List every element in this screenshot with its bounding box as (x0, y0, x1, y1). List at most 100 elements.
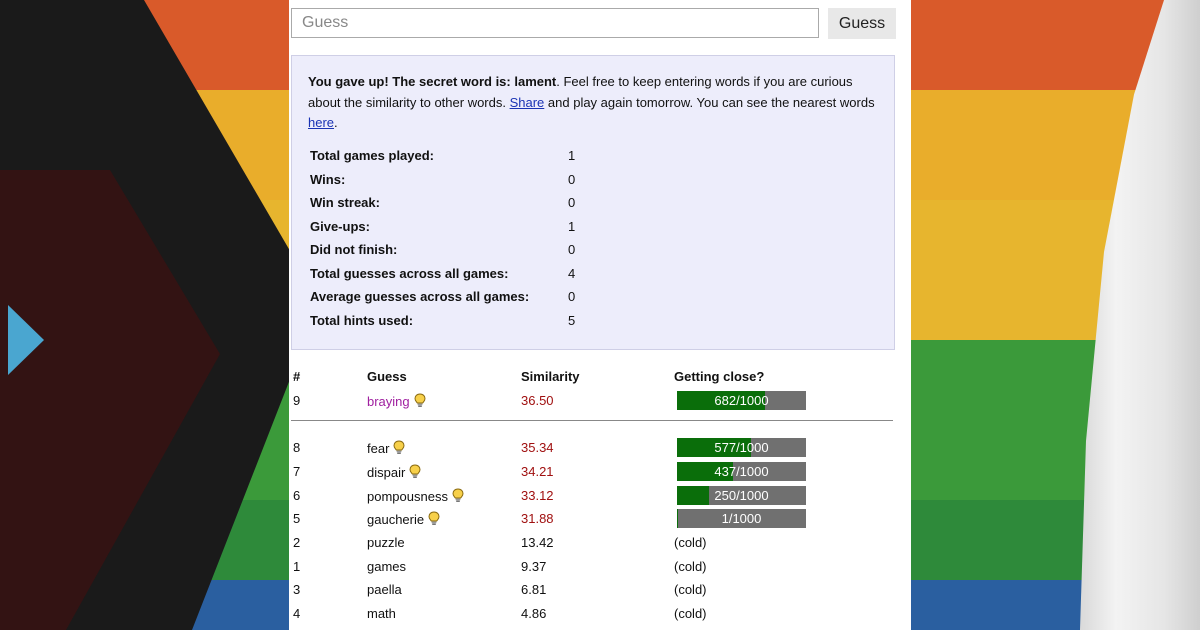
closeness-label: 1/1000 (721, 511, 762, 526)
table-header: # Guess Similarity Getting close? (289, 369, 895, 389)
nearest-words-link[interactable]: here (308, 115, 334, 130)
guess-word: paella (367, 582, 402, 597)
guess-num: 4 (293, 606, 301, 621)
guess-num: 8 (293, 440, 301, 455)
guess-button[interactable]: Guess (828, 8, 896, 39)
stat-row: Total hints used: 5 (310, 313, 600, 337)
stat-label: Total hints used: (310, 312, 414, 328)
table-row: 7 dispair 34.21 437/1000 (289, 462, 895, 484)
table-divider (291, 420, 893, 421)
header-getting-close: Getting close? (674, 369, 765, 384)
result-text-3: . (334, 115, 338, 130)
guess-similarity: 33.12 (521, 488, 554, 503)
stat-row: Total games played: 1 (310, 148, 600, 172)
stat-value: 1 (568, 148, 576, 163)
guess-num: 5 (293, 511, 301, 526)
stat-row: Give-ups: 1 (310, 219, 600, 243)
guess-word: games (367, 559, 406, 574)
table-row: 1 games 9.37 (cold) (289, 559, 895, 579)
stat-value: 0 (568, 289, 576, 304)
stat-value: 1 (568, 218, 576, 234)
guess-word-text: puzzle (367, 535, 405, 550)
closeness-label: 250/1000 (714, 488, 769, 503)
share-link[interactable]: Share (510, 95, 545, 110)
stat-label: Give-ups: (310, 218, 370, 234)
lightbulb-icon (409, 464, 421, 482)
lightbulb-icon (428, 511, 440, 529)
latest-guess-row: 9 braying 36.50 682/1000 (289, 391, 895, 413)
stat-label: Win streak: (310, 195, 380, 210)
stat-row: Total guesses across all games: 4 (310, 266, 600, 290)
guess-word: braying (367, 393, 426, 411)
table-row: 3 paella 6.81 (cold) (289, 582, 895, 602)
stat-row: Average guesses across all games: 0 (310, 289, 600, 313)
guess-num: 1 (293, 559, 301, 574)
guess-similarity: 4.86 (521, 606, 547, 621)
closeness-text: (cold) (674, 559, 707, 574)
stat-label: Average guesses across all games: (310, 289, 530, 304)
closeness-label: 682/1000 (714, 393, 769, 408)
guess-form: Guess (291, 8, 896, 40)
guess-word-text: gaucherie (367, 512, 425, 527)
guess-similarity: 9.37 (521, 559, 547, 574)
result-text-2: and play again tomorrow. You can see the… (544, 94, 875, 110)
closeness-bar: 682/1000 (677, 391, 806, 410)
guess-word: pompousness (367, 488, 464, 506)
guess-num: 9 (293, 393, 301, 408)
closeness-bar: 1/1000 (677, 509, 806, 528)
stat-value: 0 (568, 171, 576, 187)
guess-word-text: math (367, 606, 396, 621)
closeness-label: 437/1000 (714, 464, 769, 479)
closeness-bar: 250/1000 (677, 486, 806, 505)
header-guess: Guess (367, 369, 407, 384)
table-row: 2 puzzle 13.42 (cold) (289, 535, 895, 555)
guess-similarity: 34.21 (521, 464, 554, 479)
guess-num: 7 (293, 464, 301, 479)
closeness-text: (cold) (674, 582, 707, 597)
header-similarity: Similarity (521, 369, 580, 384)
lightbulb-icon (393, 440, 405, 458)
guess-word: puzzle (367, 535, 405, 550)
closeness-text: (cold) (674, 535, 707, 550)
guess-similarity: 13.42 (521, 535, 554, 550)
guess-word-text: pompousness (367, 489, 448, 504)
guess-word-text: dispair (367, 465, 406, 480)
table-row: 8 fear 35.34 577/1000 (289, 438, 895, 460)
game-panel: Guess You gave up! The secret word is: l… (289, 0, 911, 630)
stat-value: 0 (568, 195, 576, 210)
guess-word: dispair (367, 464, 421, 482)
guess-num: 3 (293, 582, 301, 597)
guess-similarity: 35.34 (521, 440, 554, 455)
result-message: You gave up! The secret word is: lament.… (308, 72, 883, 134)
guess-num: 6 (293, 488, 301, 503)
stat-value: 5 (568, 312, 576, 328)
table-row: 6 pompousness 33.12 250/1000 (289, 486, 895, 508)
guess-similarity: 36.50 (521, 393, 554, 408)
stat-label: Did not finish: (310, 242, 398, 257)
guess-similarity: 31.88 (521, 511, 554, 526)
table-row: 4 math 4.86 (cold) (289, 606, 895, 626)
guess-word-text: paella (367, 582, 402, 597)
stat-value: 4 (568, 265, 576, 281)
guess-word: gaucherie (367, 511, 440, 529)
result-box: You gave up! The secret word is: lament.… (291, 55, 895, 350)
stat-row: Wins: 0 (310, 172, 600, 196)
guess-similarity: 6.81 (521, 582, 547, 597)
guess-word-text: fear (367, 441, 390, 456)
guess-word: fear (367, 440, 405, 458)
gave-up-text: You gave up! The secret word is: lament (308, 74, 557, 89)
guess-num: 2 (293, 535, 301, 550)
table-row: 5 gaucherie 31.88 1/1000 (289, 509, 895, 531)
stat-row: Did not finish: 0 (310, 242, 600, 266)
closeness-label: 577/1000 (714, 440, 769, 455)
closeness-bar: 577/1000 (677, 438, 806, 457)
guess-word-text: games (367, 559, 407, 574)
closeness-bar: 437/1000 (677, 462, 806, 481)
stat-label: Total games played: (310, 148, 435, 163)
closeness-text: (cold) (674, 606, 707, 621)
lightbulb-icon (452, 488, 464, 506)
header-num: # (293, 369, 301, 384)
stat-label: Wins: (310, 171, 346, 187)
guess-word: math (367, 606, 396, 621)
guess-input[interactable] (291, 8, 819, 38)
